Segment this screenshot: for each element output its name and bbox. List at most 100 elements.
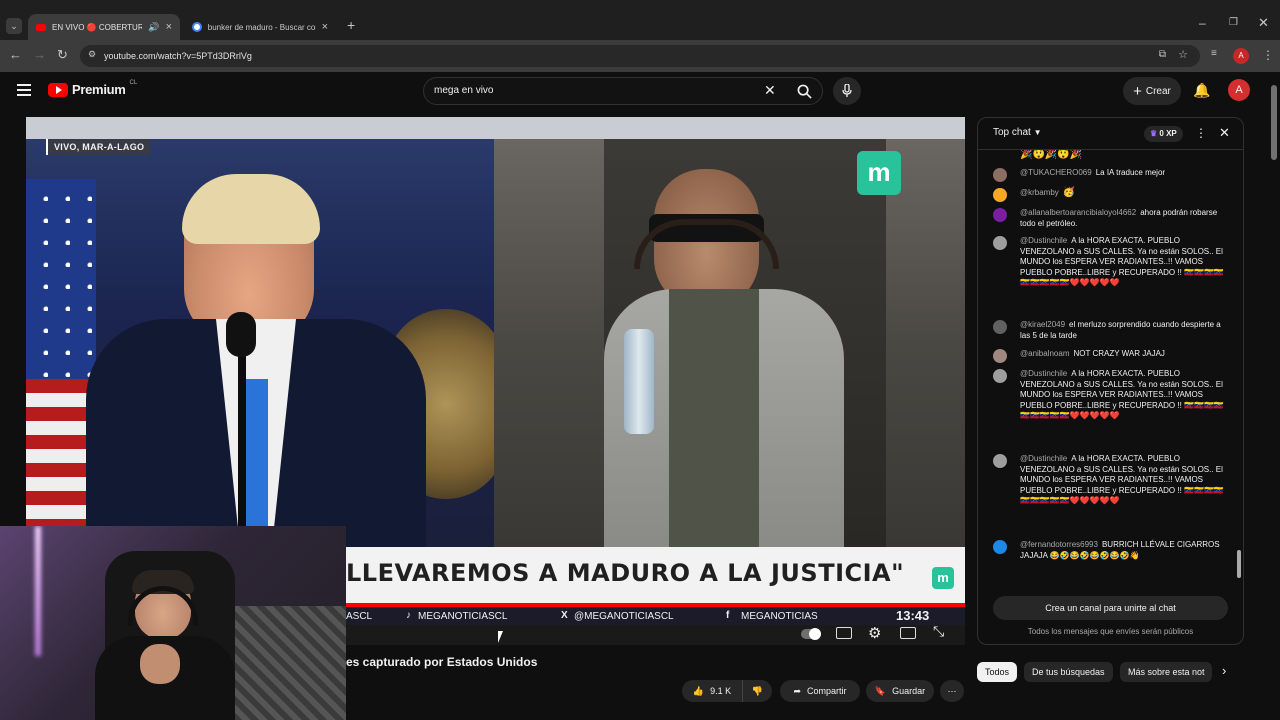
more-actions-button[interactable]: ⋯	[940, 680, 964, 702]
share-button[interactable]: ➦ Compartir	[780, 680, 860, 702]
x-icon: X	[561, 610, 568, 621]
search-button[interactable]	[786, 78, 823, 104]
maximize-icon[interactable]: ❐	[1229, 17, 1238, 28]
xp-badge[interactable]: ♛ 0 XP	[1144, 126, 1183, 142]
chip-more-about-this[interactable]: Más sobre esta not	[1120, 662, 1212, 682]
close-tab-icon[interactable]: ×	[322, 21, 328, 33]
chat-author[interactable]: @krbamby	[1020, 188, 1059, 197]
forward-icon[interactable]: →	[33, 47, 46, 62]
avatar[interactable]	[993, 188, 1007, 202]
create-button[interactable]: + Crear	[1123, 77, 1181, 105]
chat-author[interactable]: @Dustinchile	[1020, 369, 1067, 378]
chat-messages: 🎉😲🎉😲🎉 @TUKACHERO069 La IA traduce mejor @…	[978, 150, 1243, 585]
caption-text: LLEVAREMOS A MADURO A LA JUSTICIA"	[346, 559, 905, 587]
search-icon	[797, 84, 812, 99]
autoplay-toggle[interactable]	[801, 628, 821, 640]
fullscreen-icon[interactable]: ⤡	[933, 623, 944, 640]
minimize-icon[interactable]: –	[1199, 16, 1206, 30]
clear-search-icon[interactable]: ✕	[764, 82, 776, 99]
youtube-premium-logo[interactable]: Premium CL	[48, 79, 138, 97]
chat-message: @Dustinchile A la HORA EXACTA. PUEBLO VEN…	[990, 236, 1230, 289]
youtube-play-logo-icon	[48, 82, 68, 97]
youtube-favicon-icon	[36, 23, 46, 31]
chip-from-your-searches[interactable]: De tus búsquedas	[1024, 662, 1113, 682]
miniplayer-icon[interactable]	[900, 627, 916, 639]
dislike-button[interactable]: 👎	[742, 680, 772, 702]
country-code: CL	[129, 79, 138, 86]
speaker-icon[interactable]: 🔊	[148, 22, 159, 33]
avatar[interactable]	[993, 349, 1007, 363]
avatar[interactable]	[993, 208, 1007, 222]
tiktok-icon: ♪	[406, 610, 411, 621]
chat-message: @Dustinchile A la HORA EXACTA. PUEBLO VEN…	[990, 454, 1230, 507]
chip-label: Más sobre esta not	[1128, 667, 1205, 677]
profile-avatar[interactable]: A	[1233, 48, 1249, 64]
new-tab-icon[interactable]: +	[347, 17, 355, 33]
chip-label: Todos	[985, 667, 1010, 677]
avatar[interactable]	[993, 320, 1007, 334]
back-icon[interactable]: ←	[9, 47, 22, 62]
chat-author[interactable]: @allanalbertoarancibialoyol4662	[1020, 208, 1136, 217]
water-bottle	[624, 329, 654, 434]
subtitles-icon[interactable]	[836, 627, 852, 639]
speaker-hair	[182, 174, 320, 244]
browser-menu-icon[interactable]: ⋮	[1262, 48, 1274, 62]
reload-icon[interactable]: ↻	[57, 47, 68, 63]
chips-next-icon[interactable]: ›	[1222, 663, 1226, 678]
chat-mode-label: Top chat	[993, 127, 1031, 138]
hamburger-menu-icon[interactable]	[17, 84, 31, 96]
create-label: Crear	[1145, 85, 1171, 97]
avatar[interactable]	[993, 540, 1007, 554]
location-tag: VIVO, MAR-A-LAGO	[46, 139, 151, 155]
chat-scrollbar[interactable]	[1237, 550, 1241, 578]
thumbs-up-icon: 👍	[692, 685, 705, 696]
chat-author[interactable]: @TUKACHERO069	[1020, 168, 1092, 177]
thumbs-down-icon: 👎	[751, 685, 764, 696]
public-messages-note: Todos los mensajes que envíes serán públ…	[1027, 627, 1194, 636]
chip-all[interactable]: Todos	[977, 662, 1018, 682]
close-chat-icon[interactable]: ✕	[1219, 125, 1230, 141]
window-close-icon[interactable]: ✕	[1258, 15, 1269, 31]
site-info-icon[interactable]: ⚙	[88, 49, 96, 60]
search-input[interactable]: mega en vivo ✕	[423, 77, 823, 105]
share-icon: ➦	[793, 685, 802, 696]
create-channel-button[interactable]: Crea un canal para unirte al chat	[993, 596, 1228, 620]
close-tab-icon[interactable]: ×	[166, 21, 172, 33]
avatar[interactable]	[993, 369, 1007, 383]
account-avatar[interactable]: A	[1228, 79, 1250, 101]
speaker-tie	[246, 379, 268, 547]
settings-gear-icon[interactable]: ⚙	[868, 624, 881, 642]
chat-author[interactable]: @Dustinchile	[1020, 236, 1067, 245]
mouse-cursor-icon	[498, 631, 508, 643]
tab-live-video[interactable]: EN VIVO 🔴 COBERTURA E 🔊 ×	[28, 14, 180, 40]
chat-options-icon[interactable]: ⋮	[1195, 126, 1207, 140]
avatar[interactable]	[993, 236, 1007, 250]
media-controls-icon[interactable]: ≡	[1211, 48, 1217, 59]
create-channel-label: Crea un canal para unirte al chat	[1045, 603, 1176, 613]
like-count: 9.1 K	[710, 686, 732, 696]
chat-mode-dropdown[interactable]: Top chat ▼	[993, 127, 1042, 138]
chat-author[interactable]: @Dustinchile	[1020, 454, 1067, 463]
voice-search-button[interactable]	[833, 77, 861, 105]
page-scrollbar[interactable]	[1271, 85, 1277, 160]
avatar[interactable]	[993, 168, 1007, 182]
avatar[interactable]	[993, 454, 1007, 468]
chat-text: NOT CRAZY WAR JAJAJ	[1073, 349, 1165, 358]
chat-text: La IA traduce mejor	[1095, 168, 1166, 177]
bookmark-star-icon[interactable]: ☆	[1178, 48, 1188, 61]
progress-bar[interactable]	[346, 603, 965, 607]
tab-list-chevron-icon[interactable]: ⌄	[6, 18, 22, 34]
notifications-bell-icon[interactable]: 🔔	[1193, 82, 1210, 99]
install-app-icon[interactable]: ⧉	[1159, 49, 1166, 60]
like-button[interactable]: 👍 9.1 K	[682, 680, 742, 702]
chat-author[interactable]: @fernandotorres6993	[1020, 540, 1098, 549]
save-button[interactable]: 🔖 Guardar	[866, 680, 934, 702]
captured-person-pane: m	[494, 139, 965, 547]
chat-author[interactable]: @anibalnoam	[1020, 349, 1069, 358]
news-caption-bar: LLEVAREMOS A MADURO A LA JUSTICIA" m	[346, 547, 965, 603]
chat-author[interactable]: @kirael2049	[1020, 320, 1065, 329]
plus-icon: +	[1133, 82, 1142, 100]
live-chat-panel: Top chat ▼ ♛ 0 XP ⋮ ✕ 🎉😲🎉😲🎉 @TUKACHERO06…	[977, 117, 1244, 645]
url-field[interactable]: ⚙ youtube.com/watch?v=5PTd3DRrlVg ⧉ ☆	[80, 45, 1200, 67]
tab-search[interactable]: bunker de maduro - Buscar con ×	[184, 14, 336, 40]
